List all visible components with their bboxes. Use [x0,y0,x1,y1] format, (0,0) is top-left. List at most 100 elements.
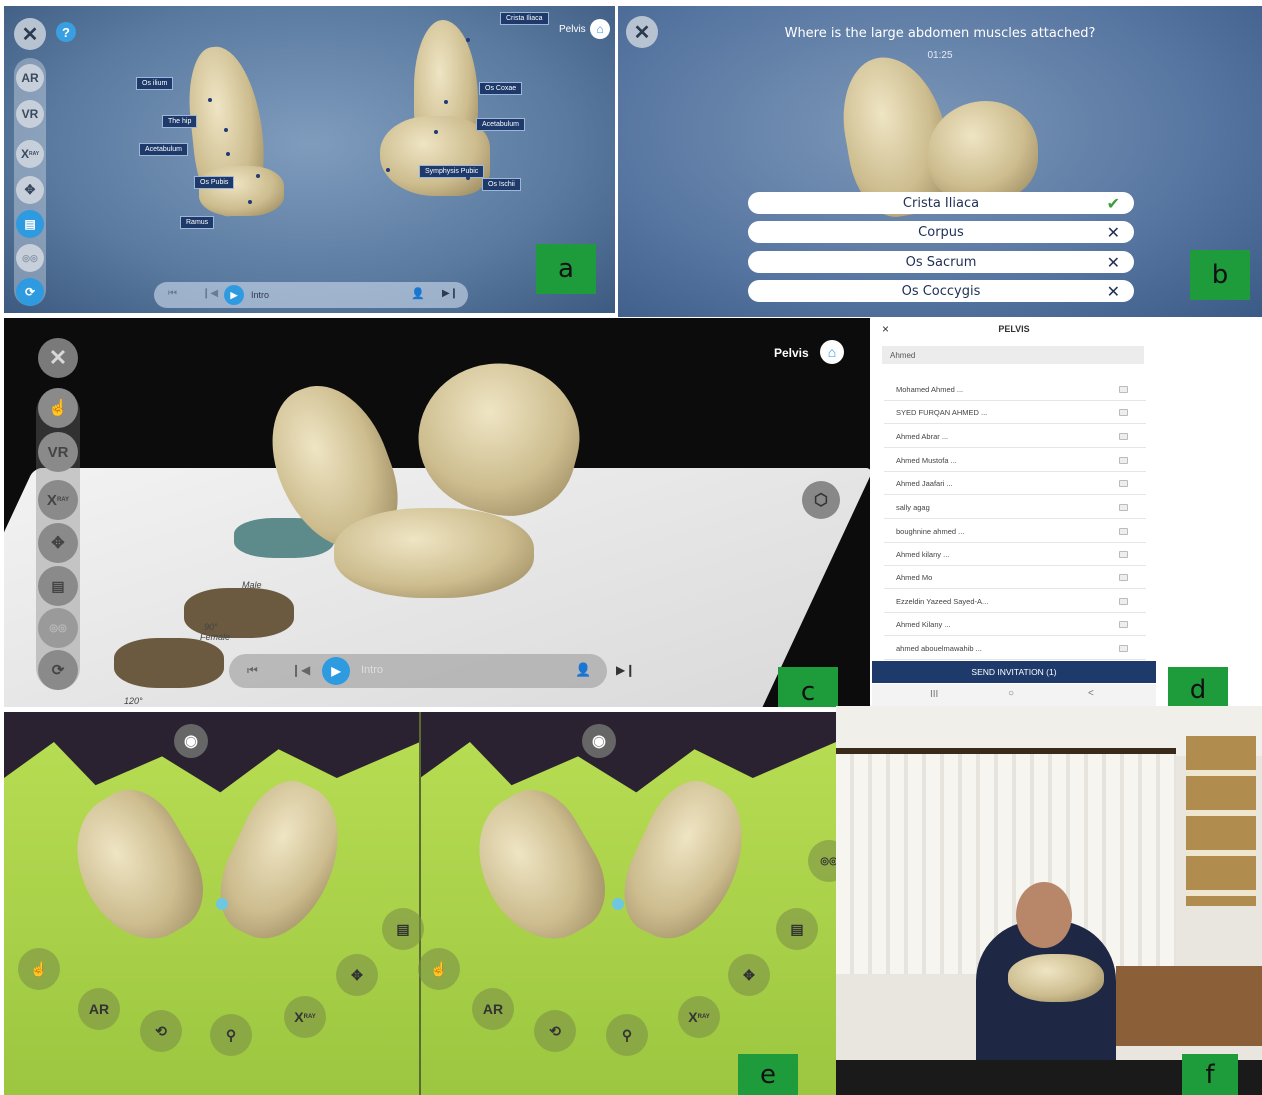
sync-icon[interactable]: ⟲ [140,1010,182,1052]
vr-button[interactable]: VR [38,432,78,472]
ar-button[interactable]: AR [16,64,44,92]
eye-icon[interactable]: ◉ [582,724,616,758]
contact-name: Ahmed Jaafari ... [896,478,953,488]
home-icon[interactable]: ⌂ [590,19,610,39]
contact-checkbox[interactable] [1119,479,1128,487]
label-os-ischii[interactable]: Os Ischii [482,178,521,191]
contact-checkbox[interactable] [1119,620,1128,628]
contact-row[interactable]: Ahmed Kilany ... [884,613,1146,636]
contact-checkbox[interactable] [1119,550,1128,558]
ar-button[interactable]: AR [472,988,514,1030]
contact-checkbox[interactable] [1119,573,1128,581]
label-os-coxae[interactable]: Os Coxae [479,82,523,95]
contact-row[interactable]: Ahmed Abrar ... [884,425,1146,448]
help-icon[interactable]: ? [56,22,76,42]
play-button[interactable]: ▶ [322,657,350,685]
skip-start-icon[interactable]: ⏮ [168,288,177,299]
previous-icon[interactable]: ❙◀ [202,288,218,299]
skip-start-icon[interactable]: ⏮ [247,663,258,678]
comment-icon[interactable]: ▤ [382,908,424,950]
play-button[interactable]: ▶ [224,285,244,305]
rotate-icon[interactable]: ⟳ [16,278,44,306]
contact-row[interactable]: Ahmed Mustofa ... [884,449,1146,472]
contact-checkbox[interactable] [1119,456,1128,464]
close-button[interactable]: ✕ [14,18,46,50]
contact-name: Ahmed Kilany ... [896,619,951,629]
comment-icon[interactable]: ▤ [16,210,44,238]
cube-icon[interactable]: ⬡ [802,481,840,519]
label-ramus[interactable]: Ramus [180,216,215,229]
contact-checkbox[interactable] [1119,644,1128,652]
label-crista-iliaca[interactable]: Crista Iliaca [500,12,549,25]
explode-icon[interactable]: ✥ [16,176,44,204]
explode-icon[interactable]: ✥ [336,954,378,996]
contact-row[interactable]: boughnine ahmed ... [884,520,1146,543]
previous-icon[interactable]: ❙◀ [291,663,310,677]
marker-ramus [248,200,252,204]
vr-button[interactable]: VR [16,100,44,128]
contact-row[interactable]: Ezzeldin Yazeed Sayed-A... [884,590,1146,613]
contact-row[interactable]: sally agag [884,496,1146,519]
home-icon[interactable]: ⌂ [820,340,844,364]
ar-button[interactable]: AR [78,988,120,1030]
panel-e-vr-stereo: ◉ ◉ ☝ AR ⟲ ⚲ X RAY ✥ ▤ ☝ AR ⟲ ⚲ X RAY ✥ ▤ … [4,712,836,1095]
answer-option-4[interactable]: Os Coccygis ✕ [748,280,1134,302]
contact-checkbox[interactable] [1119,432,1128,440]
narrator-icon[interactable]: 👤 [411,287,425,300]
rotate-icon[interactable]: ⟳ [38,650,78,690]
contact-row[interactable]: Mohamed Ahmed ... [884,378,1146,401]
contact-row[interactable]: SYED FURQAN AHMED ... [884,401,1146,424]
contact-name: ahmed abouelmawahib ... [896,643,982,653]
label-the-hip[interactable]: The hip [162,115,198,128]
layers-icon[interactable]: ◎◎ [16,244,44,272]
nav-back-icon[interactable]: < [1088,688,1094,699]
label-os-ilium[interactable]: Os ilium [136,77,174,90]
search-icon[interactable]: ⚲ [210,1014,252,1056]
xray-button[interactable]: X RAY [284,996,326,1038]
answer-option-1[interactable]: Crista Iliaca ✔ [748,192,1134,214]
panel-d-invite-list: × PELVIS Ahmed Mohamed Ahmed ... SYED FU… [872,318,1160,707]
narrator-icon[interactable]: 👤 [575,662,591,678]
contact-row[interactable]: Ahmed kilany ... [884,543,1146,566]
contact-checkbox[interactable] [1119,597,1128,605]
comment-icon[interactable]: ▤ [38,566,78,606]
contact-row[interactable]: Ahmed Jaafari ... [884,472,1146,495]
pelvis-model-handheld [1008,954,1104,1002]
label-symphysis-pubic[interactable]: Symphysis Pubic [419,165,485,178]
contact-row[interactable]: ahmed abouelmawahib ... [884,637,1146,660]
contact-checkbox[interactable] [1119,385,1128,393]
search-icon[interactable]: ⚲ [606,1014,648,1056]
xray-button[interactable]: X RAY [678,996,720,1038]
next-icon[interactable]: ▶❙ [442,288,458,299]
label-acetabulum-right[interactable]: Acetabulum [476,118,525,131]
eye-icon[interactable]: ◉ [174,724,208,758]
contact-checkbox[interactable] [1119,503,1128,511]
label-os-pubis[interactable]: Os Pubis [194,176,235,189]
next-icon[interactable]: ▶❙ [616,663,635,677]
figure-tag-c: c [778,667,838,707]
contact-row[interactable]: Ahmed Mo [884,566,1146,589]
touch-icon[interactable]: ☝ [18,948,60,990]
xray-button[interactable]: X RAY [16,140,44,168]
contact-checkbox[interactable] [1119,408,1128,416]
touch-icon[interactable]: ☝ [418,948,460,990]
touch-icon[interactable]: ☝ [38,388,78,428]
answer-option-2[interactable]: Corpus ✕ [748,221,1134,243]
answer-option-3[interactable]: Os Sacrum ✕ [748,251,1134,273]
label-acetabulum-left[interactable]: Acetabulum [139,143,188,156]
send-invitation-button[interactable]: SEND INVITATION (1) [872,661,1156,683]
answer-text: Crista Iliaca [902,195,980,211]
search-input[interactable]: Ahmed [882,346,1144,364]
contact-checkbox[interactable] [1119,527,1128,535]
sync-icon[interactable]: ⟲ [534,1010,576,1052]
comment-icon[interactable]: ▤ [776,908,818,950]
explode-icon[interactable]: ✥ [38,523,78,563]
close-button[interactable]: ✕ [38,338,78,378]
nav-recent-icon[interactable]: III [930,689,938,700]
nav-home-icon[interactable]: ○ [1008,688,1014,699]
xray-button[interactable]: X RAY [38,480,78,520]
layers-icon[interactable]: ◎◎ [38,608,78,648]
explode-icon[interactable]: ✥ [728,954,770,996]
answer-text: Corpus [918,224,964,240]
gaze-pointer [612,898,624,910]
